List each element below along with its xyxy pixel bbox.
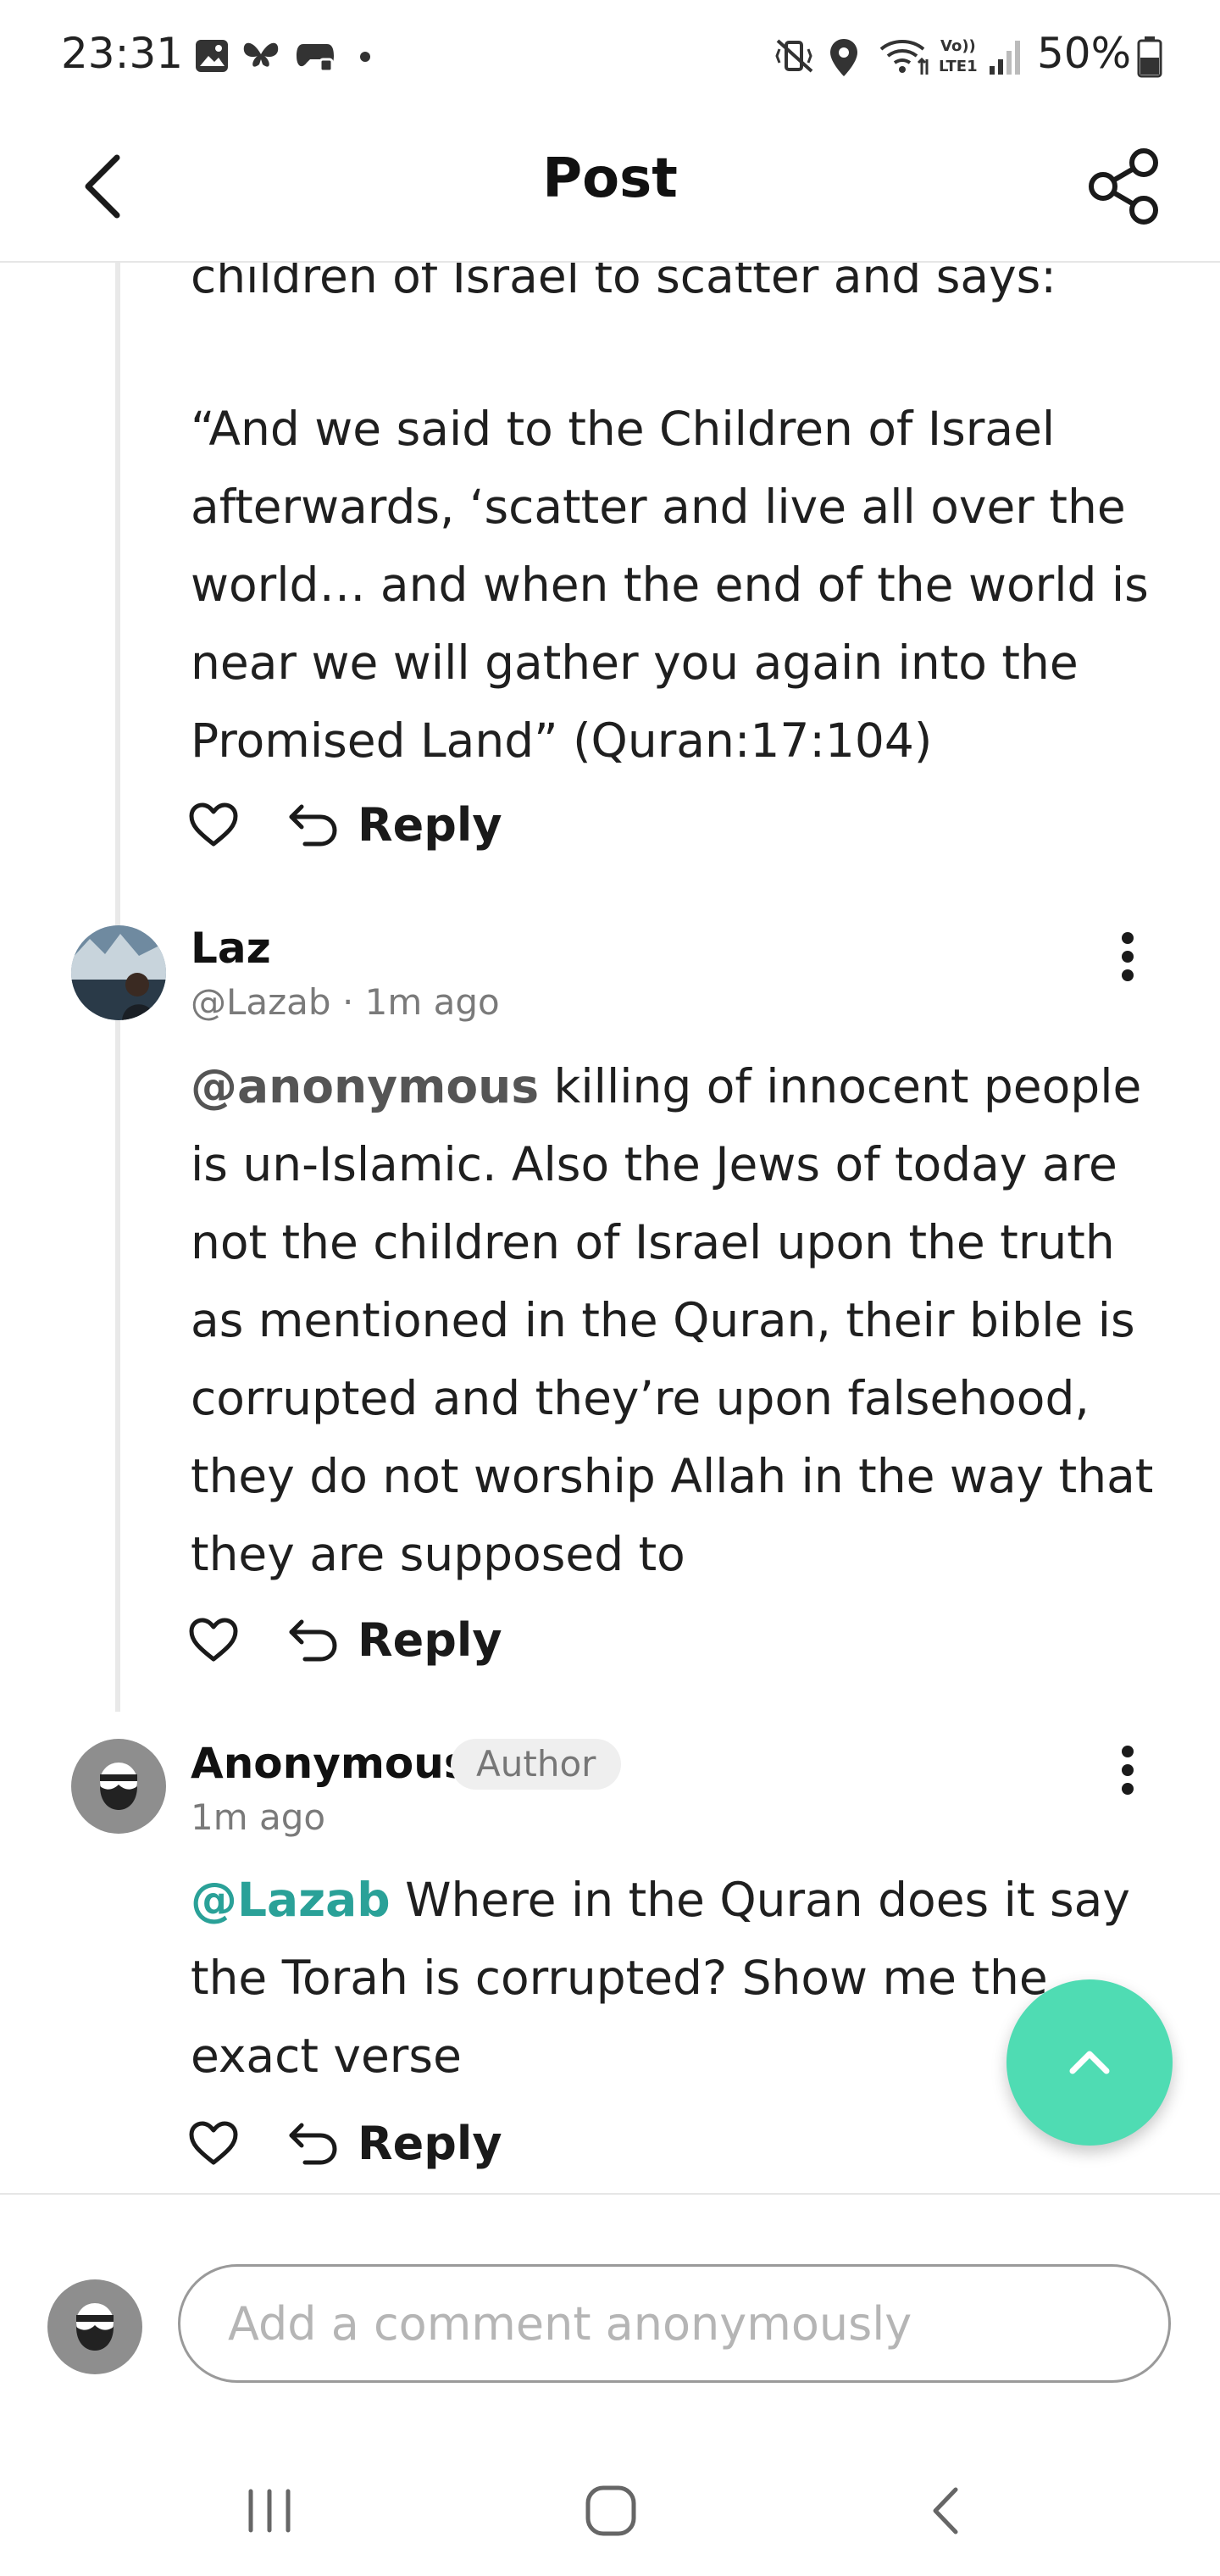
- battery-icon: [1137, 36, 1162, 78]
- author-badge: Author: [451, 1739, 622, 1790]
- reply-button[interactable]: Reply: [358, 2117, 502, 2170]
- composer-divider: [0, 2193, 1220, 2195]
- app-header: Post: [0, 110, 1220, 263]
- system-nav-bar: [0, 2440, 1220, 2576]
- comment-meta: @Lazab · 1m ago: [191, 981, 500, 1023]
- more-options-icon[interactable]: [1101, 1732, 1152, 1808]
- vibrate-icon: [775, 39, 813, 73]
- reply-icon[interactable]: [286, 1618, 339, 1663]
- author-name[interactable]: Anonymous: [191, 1739, 469, 1788]
- game-notification-icon: [297, 44, 334, 73]
- comment-text: @Lazab Where in the Quran does it say th…: [191, 1861, 1140, 2095]
- thread-line: [115, 1059, 120, 1712]
- battery-percent: 50%: [1037, 29, 1132, 78]
- signal-icon: [990, 41, 1020, 75]
- comment-actions: Reply: [188, 1610, 527, 1669]
- svg-text:LTE1: LTE1: [939, 58, 978, 75]
- wifi-icon: [879, 40, 929, 75]
- heart-icon[interactable]: [188, 1617, 239, 1664]
- comment-text: @anonymous killing of innocent people is…: [191, 1047, 1173, 1593]
- mention-link[interactable]: @Lazab: [191, 1873, 391, 1927]
- heart-icon[interactable]: [188, 2120, 239, 2168]
- comment-actions: Reply: [188, 795, 527, 854]
- author-handle[interactable]: @Lazab: [191, 981, 331, 1023]
- reply-icon[interactable]: [286, 803, 339, 847]
- comment-time: 1m ago: [191, 1796, 326, 1838]
- comment-input[interactable]: [178, 2264, 1171, 2383]
- comment-time: 1m ago: [364, 981, 500, 1023]
- chevron-up-icon: [1069, 2051, 1110, 2074]
- scroll-to-top-button[interactable]: [1006, 1979, 1173, 2146]
- anonymous-mask-icon: [76, 2303, 114, 2351]
- avatar[interactable]: [71, 925, 166, 1020]
- comment-quote-text: “And we said to the Children of Israel a…: [191, 402, 1149, 768]
- reply-button[interactable]: Reply: [358, 798, 502, 852]
- status-bar: 23:31 Vo)) LTE1 50%: [0, 0, 1220, 110]
- mention-link[interactable]: @anonymous: [191, 1059, 539, 1113]
- anonymous-avatar[interactable]: [71, 1739, 166, 1834]
- butterfly-notification-icon: [243, 42, 279, 67]
- page-title: Post: [542, 147, 678, 210]
- heart-icon[interactable]: [188, 802, 239, 849]
- status-time: 23:31: [61, 29, 184, 78]
- more-options-icon[interactable]: [1101, 919, 1152, 995]
- more-notifications-icon: [360, 52, 370, 62]
- gallery-notification-icon: [196, 40, 228, 72]
- avatar-photo: [71, 925, 166, 1020]
- reply-button[interactable]: Reply: [358, 1613, 502, 1667]
- comment-body: killing of innocent people is un-Islamic…: [191, 1059, 1154, 1581]
- back-nav-icon[interactable]: [929, 2484, 962, 2537]
- share-icon[interactable]: [1081, 144, 1166, 229]
- author-name[interactable]: Laz: [191, 924, 271, 973]
- volte-icon: Vo)) LTE1: [939, 37, 978, 75]
- composer-avatar: [47, 2279, 142, 2374]
- home-icon[interactable]: [585, 2484, 637, 2537]
- recent-apps-icon[interactable]: [244, 2488, 295, 2534]
- comment-actions: Reply: [188, 2113, 527, 2173]
- svg-text:Vo)): Vo)): [940, 37, 976, 55]
- anonymous-mask-icon: [100, 1763, 137, 1810]
- location-icon: [830, 39, 857, 76]
- reply-icon[interactable]: [286, 2122, 339, 2166]
